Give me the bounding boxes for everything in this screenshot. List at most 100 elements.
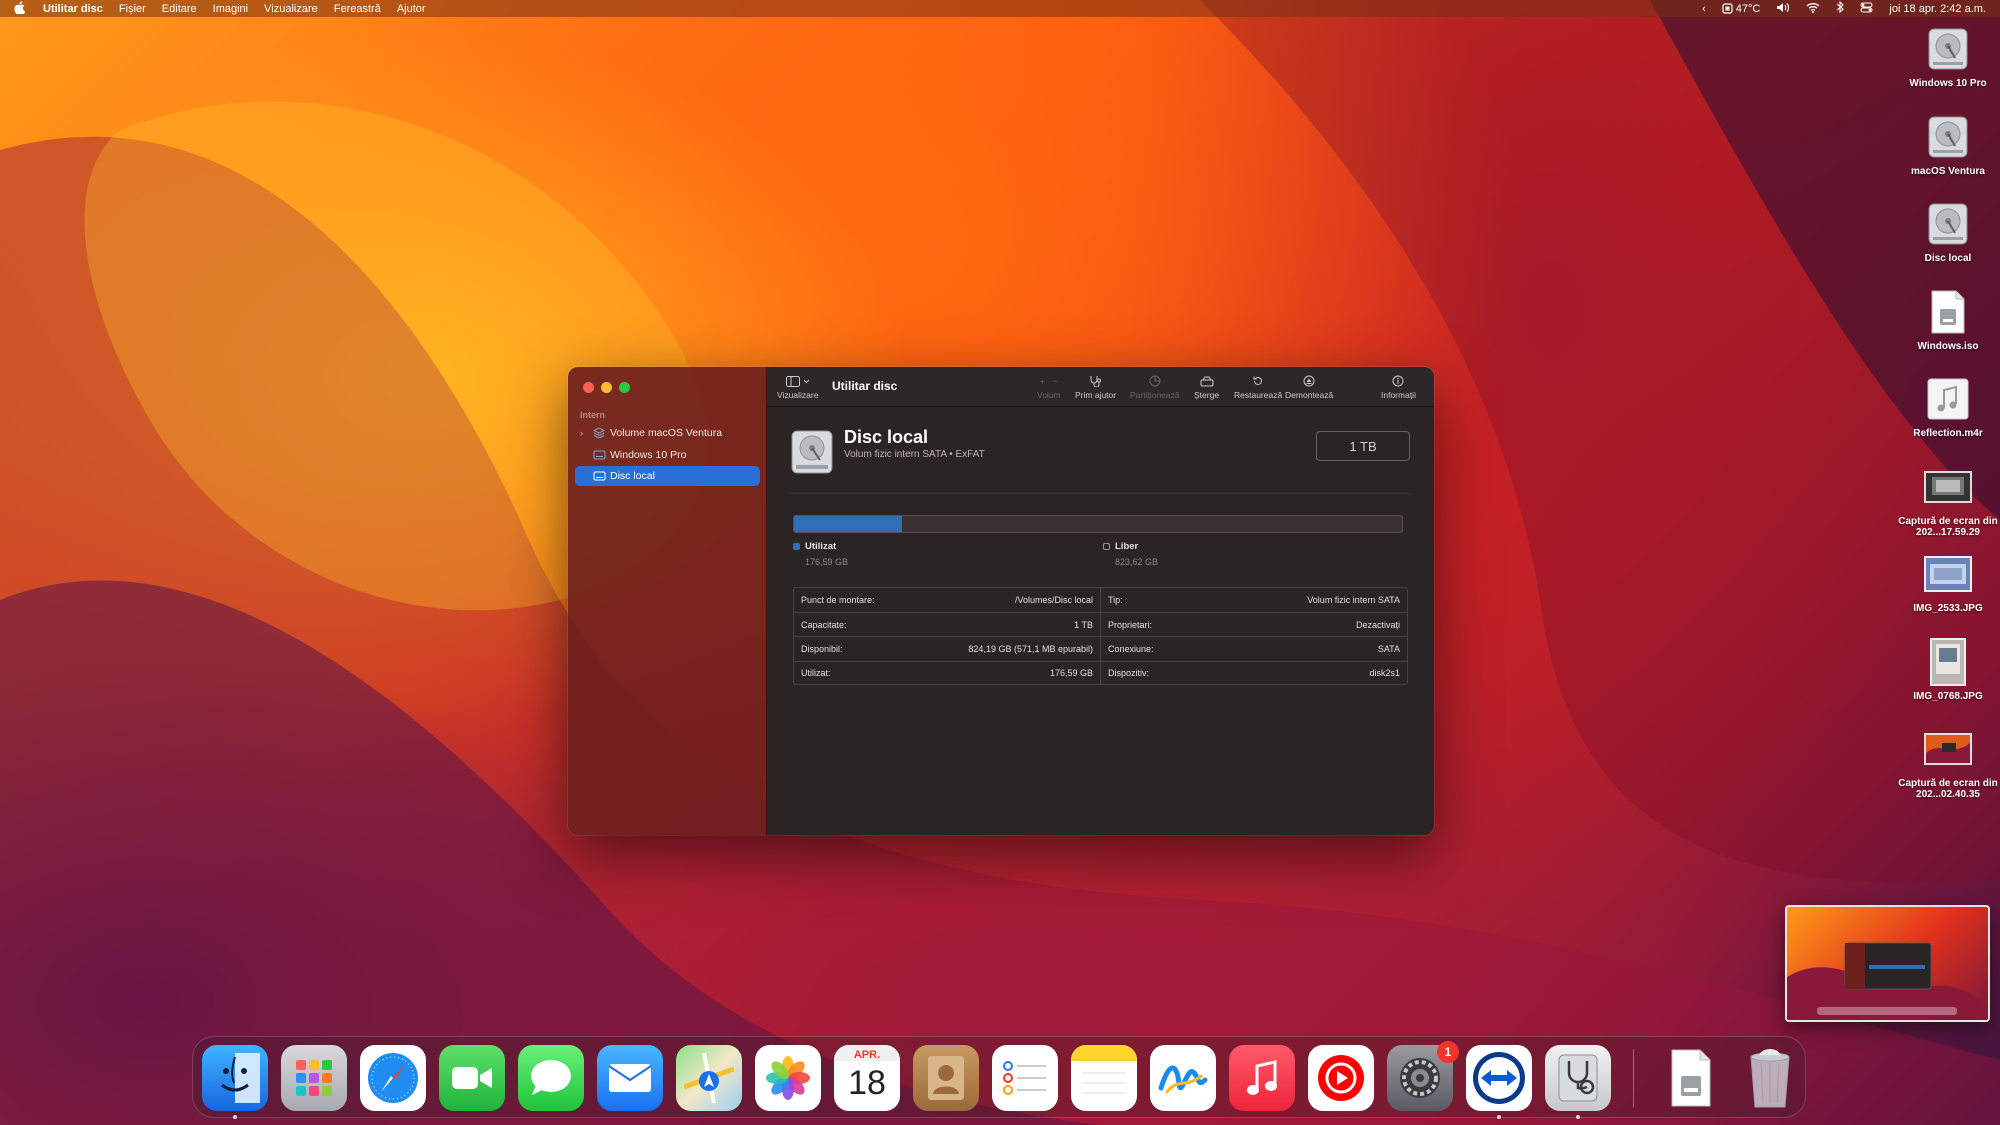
info-key: Proprietari: [1108, 619, 1153, 630]
mail-dock-icon[interactable] [597, 1045, 663, 1111]
chevron-right-icon[interactable]: › [575, 428, 588, 438]
calendar-month: APR. [834, 1045, 900, 1061]
view-button[interactable]: Vizualizare [777, 374, 818, 400]
sidebar-item-disc-local[interactable]: Disc local [575, 466, 760, 486]
legend-used: Utilizat 176,59 GB [793, 541, 848, 567]
desktop-icon-disc-local[interactable]: Disc local [1896, 199, 2000, 287]
minimize-button[interactable] [601, 382, 612, 393]
info-row: Tip: Volum fizic intern SATA [1101, 588, 1407, 612]
sidebar-item-volume-macos-ventura[interactable]: › Volume macOS Ventura [575, 423, 760, 443]
desktop-icon-reflection[interactable]: Reflection.m4r [1896, 374, 2000, 462]
sidebar-item-windows-10-pro[interactable]: Windows 10 Pro [575, 445, 760, 465]
desktop-icon-windows-iso[interactable]: Windows.iso [1896, 287, 2000, 375]
messages-dock-icon[interactable] [518, 1045, 584, 1111]
usage-bar [793, 515, 1403, 533]
info-key: Conexiune: [1108, 643, 1154, 654]
maps-dock-icon[interactable] [676, 1045, 742, 1111]
clock[interactable]: joi 18 apr. 2:42 a.m. [1889, 3, 1986, 15]
menu-window[interactable]: Fereastră [334, 3, 381, 15]
desktop-icon-img-0768[interactable]: IMG_0768.JPG [1896, 637, 2000, 725]
desktop-icon-label: Windows 10 Pro [1909, 78, 1987, 89]
free-value: 823,62 GB [1115, 557, 1159, 567]
divider [789, 493, 1410, 494]
menu-file[interactable]: Fișier [119, 3, 146, 15]
menu-help[interactable]: Ajutor [397, 3, 426, 15]
info-row: Proprietari: Dezactivați [1101, 612, 1407, 636]
info-label: Informații [1381, 390, 1416, 400]
windows-iso-dock-icon[interactable] [1658, 1045, 1724, 1111]
disk-utility-dock-icon[interactable] [1545, 1045, 1611, 1111]
window-title: Utilitar disc [832, 379, 898, 393]
contacts-dock-icon[interactable] [913, 1045, 979, 1111]
desktop-icon-label: IMG_0768.JPG [1913, 690, 1983, 702]
desktop-icon-screenshot-2[interactable]: Captură de ecran din 202...02.40.35 [1896, 724, 2000, 812]
sidebar-toggle-icon [785, 375, 800, 387]
freeform-dock-icon[interactable] [1150, 1045, 1216, 1111]
finder-dock-icon[interactable] [202, 1045, 268, 1111]
reminders-dock-icon[interactable] [992, 1045, 1058, 1111]
screenshot-icon [1923, 724, 1973, 774]
unmount-button[interactable]: Demontează [1285, 374, 1333, 400]
menu-view[interactable]: Vizualizare [264, 3, 318, 15]
menu-images[interactable]: Imagini [213, 3, 248, 15]
eraser-icon [1200, 374, 1214, 388]
info-value: /Volumes/Disc local [1014, 595, 1093, 606]
bluetooth-icon[interactable] [1836, 0, 1845, 16]
stethoscope-icon [1089, 374, 1102, 388]
info-key: Tip: [1108, 595, 1123, 606]
disk-name: Disc local [844, 427, 929, 447]
music-file-icon [1923, 374, 1973, 424]
facetime-dock-icon[interactable] [439, 1045, 505, 1111]
info-key: Disponibil: [801, 643, 843, 654]
erase-label: Șterge [1194, 390, 1220, 400]
system-settings-dock-icon[interactable]: 1 [1387, 1041, 1459, 1111]
eject-icon [1303, 374, 1315, 388]
music-dock-icon[interactable] [1229, 1045, 1295, 1111]
menu-edit[interactable]: Editare [162, 3, 197, 15]
zoom-button[interactable] [619, 382, 630, 393]
desktop-icon-img-2533[interactable]: IMG_2533.JPG [1896, 549, 2000, 637]
apple-menu-icon[interactable] [14, 0, 26, 17]
calendar-day: 18 [848, 1064, 886, 1102]
info-column-right: Tip: Volum fizic intern SATA Proprietari:… [1100, 588, 1407, 684]
erase-button[interactable]: Șterge [1194, 374, 1219, 400]
first-aid-button[interactable]: Prim ajutor [1075, 374, 1116, 400]
partition-label: Partiționează [1130, 390, 1180, 400]
info-value: SATA [1377, 643, 1400, 654]
drive-icon [588, 471, 610, 481]
teamviewer-dock-icon[interactable] [1466, 1045, 1532, 1111]
partition-button[interactable]: Partiționează [1130, 374, 1180, 400]
wifi-icon[interactable] [1806, 2, 1820, 16]
info-key: Punct de montare: [801, 595, 875, 606]
info-button[interactable]: Informații [1381, 374, 1416, 400]
window-controls [583, 382, 630, 393]
launchpad-dock-icon[interactable] [281, 1045, 347, 1111]
close-button[interactable] [583, 382, 594, 393]
volume-icon[interactable] [1776, 2, 1790, 16]
volume-button[interactable]: + − Volum [1037, 374, 1061, 400]
chevron-left-icon[interactable]: ‹ [1702, 3, 1706, 15]
desktop-icon-screenshot-1[interactable]: Captură de ecran din 202...17.59.29 [1896, 462, 2000, 550]
disk-utility-window: Intern › Volume macOS Ventura Windows 10… [568, 367, 1434, 835]
info-key: Utilizat: [801, 668, 831, 679]
desktop-icon-windows-10-pro[interactable]: Windows 10 Pro [1896, 24, 2000, 112]
notes-dock-icon[interactable] [1071, 1045, 1137, 1111]
temperature-status[interactable]: 47°C [1722, 3, 1760, 15]
used-label: Utilizat [805, 541, 837, 552]
photo-icon [1923, 637, 1973, 687]
safari-dock-icon[interactable] [360, 1045, 426, 1111]
control-center-icon[interactable] [1860, 2, 1873, 16]
youtube-dock-icon[interactable] [1308, 1045, 1374, 1111]
dock-separator [1633, 1049, 1634, 1107]
menu-app-name[interactable]: Utilitar disc [43, 3, 103, 15]
restore-arrow-icon [1252, 374, 1264, 388]
trash-dock-icon[interactable] [1737, 1045, 1803, 1111]
restore-button[interactable]: Restaurează [1234, 374, 1282, 400]
info-row: Utilizat: 176,59 GB [794, 660, 1100, 685]
desktop-icon-label: macOS Ventura [1911, 165, 1985, 177]
photos-dock-icon[interactable] [755, 1045, 821, 1111]
desktop-icon-macos-ventura[interactable]: macOS Ventura [1896, 112, 2000, 200]
calendar-dock-icon[interactable]: APR. 18 [834, 1045, 900, 1111]
screenshot-thumbnail[interactable] [1785, 905, 1990, 1022]
dock: APR. 18 1 [192, 1036, 1806, 1119]
